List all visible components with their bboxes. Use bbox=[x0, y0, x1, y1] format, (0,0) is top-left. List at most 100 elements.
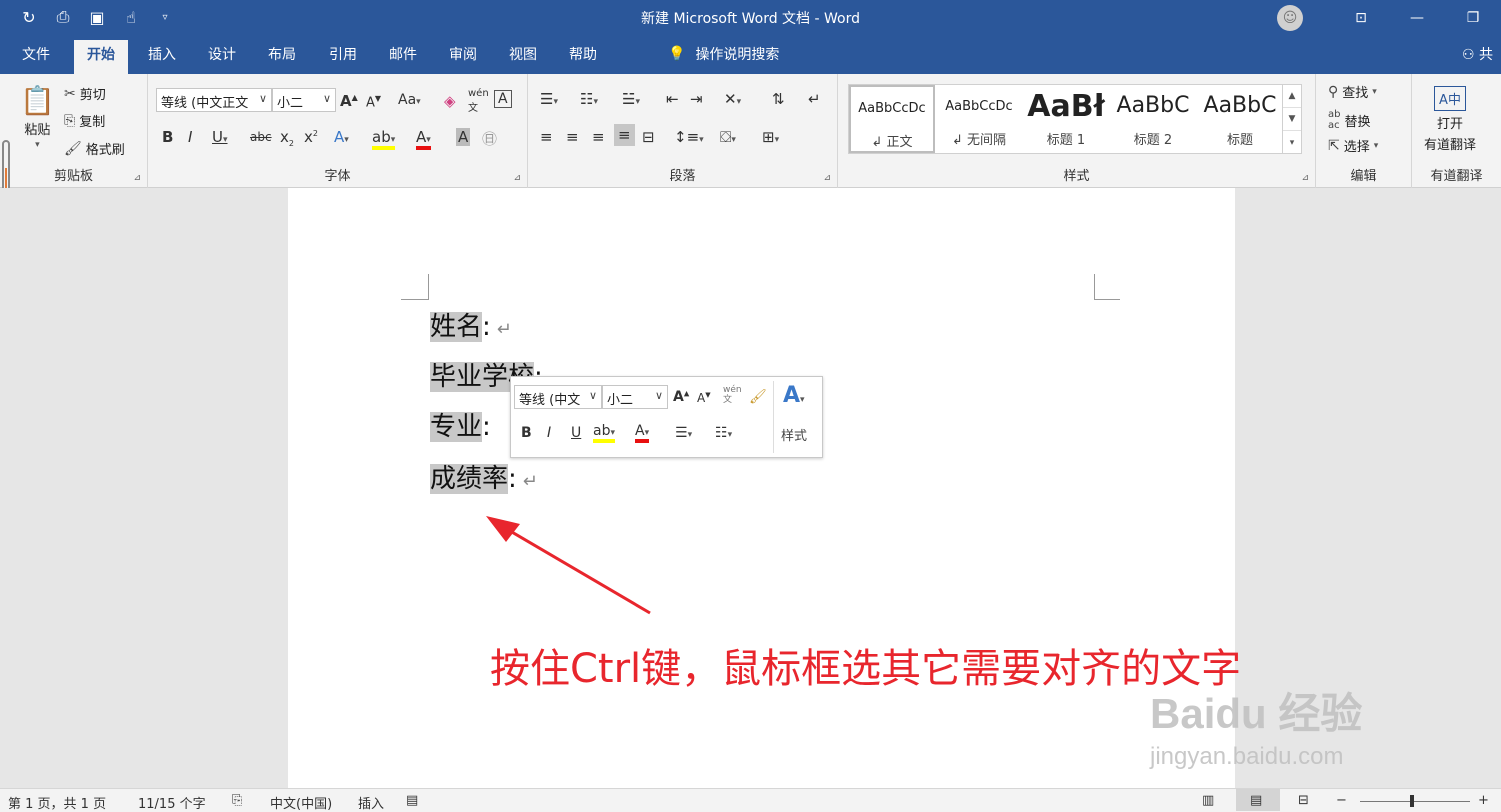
proofing-icon[interactable]: ⎘ bbox=[232, 793, 242, 808]
highlight-color-icon[interactable]: ab▾ bbox=[593, 423, 615, 443]
line-spacing-icon[interactable]: ↕≡▾ bbox=[674, 128, 704, 146]
account-avatar-icon[interactable]: ☺ bbox=[1277, 5, 1303, 31]
replace-button[interactable]: ab ac 替换 bbox=[1328, 109, 1371, 131]
italic-button[interactable]: I bbox=[188, 128, 192, 146]
style-no-spacing[interactable]: AaBbCcDc ↲ 无间隔 bbox=[936, 85, 1022, 153]
dialog-launcher-icon[interactable]: ⊿ bbox=[823, 173, 831, 183]
select-button[interactable]: ⇱ 选择 ▾ bbox=[1328, 136, 1378, 156]
font-color-icon[interactable]: A▾ bbox=[635, 423, 650, 443]
find-button[interactable]: ⚲ 查找 ▾ bbox=[1328, 82, 1377, 102]
sort-icon[interactable]: ⇅ bbox=[772, 90, 785, 108]
tab-home[interactable]: 开始 bbox=[74, 40, 128, 74]
doc-line-name[interactable]: 姓名: ↵ bbox=[430, 306, 512, 344]
tab-view[interactable]: 视图 bbox=[509, 44, 537, 64]
youdao-translate-button[interactable]: A中 打开 有道翻译 bbox=[1424, 86, 1476, 153]
shading-icon[interactable]: ⛋▾ bbox=[720, 128, 736, 146]
dialog-launcher-icon[interactable]: ⊿ bbox=[133, 173, 141, 183]
page-count[interactable]: 第 1 页，共 1 页 bbox=[8, 793, 106, 812]
subscript-button[interactable]: x2 bbox=[280, 128, 294, 148]
tab-help[interactable]: 帮助 bbox=[569, 44, 597, 64]
styles-icon[interactable]: A▾ bbox=[783, 383, 805, 408]
cut-button[interactable]: ✂ 剪切 bbox=[64, 84, 106, 104]
character-shading-icon[interactable]: A bbox=[456, 128, 471, 146]
phonetic-guide-icon[interactable]: wén 文 bbox=[723, 385, 742, 405]
language-indicator[interactable]: 中文(中国) bbox=[270, 793, 332, 812]
zoom-slider[interactable] bbox=[1360, 801, 1470, 802]
align-left-icon[interactable]: ≡ bbox=[540, 128, 553, 146]
enclose-characters-icon[interactable]: ㊐ bbox=[482, 128, 497, 149]
align-center-icon[interactable]: ≡ bbox=[566, 128, 579, 146]
decrease-indent-icon[interactable]: ⇤ bbox=[666, 90, 679, 108]
style-heading-1[interactable]: AaBł 标题 1 bbox=[1023, 85, 1109, 153]
grow-font-icon[interactable]: A▲ bbox=[340, 92, 358, 110]
tab-file[interactable]: 文件 bbox=[22, 44, 50, 64]
underline-button[interactable]: U bbox=[571, 425, 581, 441]
restore-icon[interactable]: ❐ bbox=[1445, 0, 1501, 36]
underline-button[interactable]: U▾ bbox=[212, 128, 228, 146]
bold-button[interactable]: B bbox=[521, 425, 532, 441]
share-button[interactable]: ⚇ 共 bbox=[1462, 44, 1493, 64]
style-title[interactable]: AaBbC 标题 bbox=[1197, 85, 1283, 153]
read-mode-icon[interactable]: ▥ bbox=[1202, 793, 1214, 808]
doc-line-score[interactable]: 成绩率: ↵ bbox=[430, 458, 538, 496]
numbering-icon[interactable]: ☷▾ bbox=[580, 90, 598, 108]
paste-button[interactable]: 📋 粘贴 ▾ bbox=[20, 84, 55, 150]
bold-button[interactable]: B bbox=[162, 128, 173, 146]
print-layout-icon[interactable]: ▤ bbox=[1236, 789, 1280, 811]
format-painter-icon[interactable]: 🖌 bbox=[749, 389, 767, 405]
dialog-launcher-icon[interactable]: ⊿ bbox=[513, 173, 521, 183]
increase-indent-icon[interactable]: ⇥ bbox=[690, 90, 703, 108]
style-normal[interactable]: AaBbCcDc ↲ 正文 bbox=[849, 85, 935, 153]
shrink-font-icon[interactable]: A▼ bbox=[366, 94, 381, 110]
chinese-layout-icon[interactable]: ✕▾ bbox=[724, 90, 741, 108]
numbering-icon[interactable]: ☷▾ bbox=[715, 425, 732, 441]
scroll-down-icon[interactable]: ▼ bbox=[1283, 108, 1301, 131]
multilevel-list-icon[interactable]: ☱▾ bbox=[622, 90, 640, 108]
dialog-launcher-icon[interactable]: ⊿ bbox=[1301, 173, 1309, 183]
tab-mailings[interactable]: 邮件 bbox=[389, 44, 417, 64]
mini-font-size-combo[interactable]: 小二 ∨ bbox=[602, 385, 668, 409]
tab-design[interactable]: 设计 bbox=[208, 44, 236, 64]
change-case-button[interactable]: Aa▾ bbox=[398, 92, 421, 108]
tab-insert[interactable]: 插入 bbox=[148, 44, 176, 64]
font-size-combo[interactable]: 小二 ∨ bbox=[272, 88, 336, 112]
navigation-scroll-indicator[interactable] bbox=[2, 140, 10, 194]
scroll-up-icon[interactable]: ▲ bbox=[1283, 85, 1301, 108]
superscript-button[interactable]: x2 bbox=[304, 128, 318, 146]
gallery-expand-icon[interactable]: ▾ bbox=[1283, 131, 1301, 154]
clear-formatting-icon[interactable]: ◈ bbox=[444, 92, 456, 110]
align-right-icon[interactable]: ≡ bbox=[592, 128, 605, 146]
tab-references[interactable]: 引用 bbox=[329, 44, 357, 64]
highlight-color-icon[interactable]: ab▾ bbox=[372, 128, 396, 150]
italic-button[interactable]: I bbox=[547, 425, 551, 441]
style-heading-2[interactable]: AaBbC 标题 2 bbox=[1110, 85, 1196, 153]
copy-button[interactable]: ⎘ 复制 bbox=[64, 111, 105, 131]
word-count[interactable]: 11/15 个字 bbox=[138, 793, 206, 812]
show-marks-icon[interactable]: ↵ bbox=[808, 90, 821, 108]
bullets-icon[interactable]: ☰▾ bbox=[540, 90, 558, 108]
ribbon-display-options-icon[interactable]: ⊡ bbox=[1333, 0, 1389, 36]
strikethrough-button[interactable]: abc bbox=[250, 130, 272, 144]
tell-me-search[interactable]: 💡 操作说明搜索 bbox=[668, 44, 779, 64]
text-effects-icon[interactable]: A▾ bbox=[334, 128, 349, 146]
tab-layout[interactable]: 布局 bbox=[268, 44, 296, 64]
tab-review[interactable]: 审阅 bbox=[449, 44, 477, 64]
borders-icon[interactable]: ⊞▾ bbox=[762, 128, 779, 146]
format-painter-button[interactable]: 🖌 格式刷 bbox=[64, 139, 125, 159]
justify-icon[interactable]: ≡ bbox=[614, 124, 635, 146]
insert-mode[interactable]: 插入 bbox=[358, 793, 384, 812]
zoom-slider-thumb[interactable] bbox=[1410, 795, 1414, 807]
font-name-combo[interactable]: 等线 (中文正文 ∨ bbox=[156, 88, 272, 112]
web-layout-icon[interactable]: ⊟ bbox=[1298, 793, 1309, 808]
shrink-font-icon[interactable]: A▼ bbox=[697, 391, 711, 405]
mini-font-name-combo[interactable]: 等线 (中文 ∨ bbox=[514, 385, 602, 409]
doc-line-major[interactable]: 专业: bbox=[430, 406, 491, 444]
minimize-icon[interactable]: — bbox=[1389, 0, 1445, 36]
zoom-out-icon[interactable]: − bbox=[1336, 793, 1347, 808]
phonetic-guide-icon[interactable]: wén 文 bbox=[468, 88, 489, 114]
distributed-icon[interactable]: ⊟ bbox=[642, 128, 655, 146]
font-color-icon[interactable]: A▾ bbox=[416, 128, 431, 150]
zoom-in-icon[interactable]: + bbox=[1478, 793, 1489, 808]
macro-icon[interactable]: ▤ bbox=[406, 793, 418, 808]
grow-font-icon[interactable]: A▲ bbox=[673, 389, 689, 405]
